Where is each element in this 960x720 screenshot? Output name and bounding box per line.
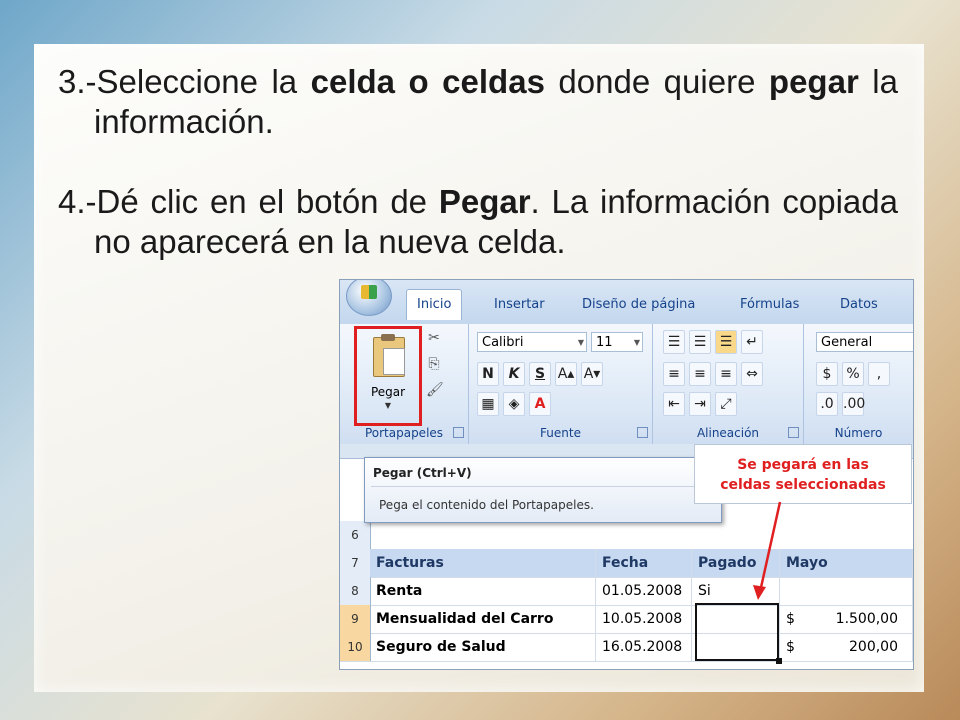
step-4-text: 4.-Dé clic en el botón de Pegar. La info…	[58, 183, 898, 260]
annotation-arrow	[753, 501, 782, 600]
arrow-line	[758, 501, 782, 593]
arrow-head	[753, 585, 766, 600]
step-3-text: 3.-Seleccione la celda o celdas donde qu…	[58, 63, 898, 140]
excel-screenshot: Inicio Insertar Diseño de página Fórmula…	[339, 279, 914, 670]
